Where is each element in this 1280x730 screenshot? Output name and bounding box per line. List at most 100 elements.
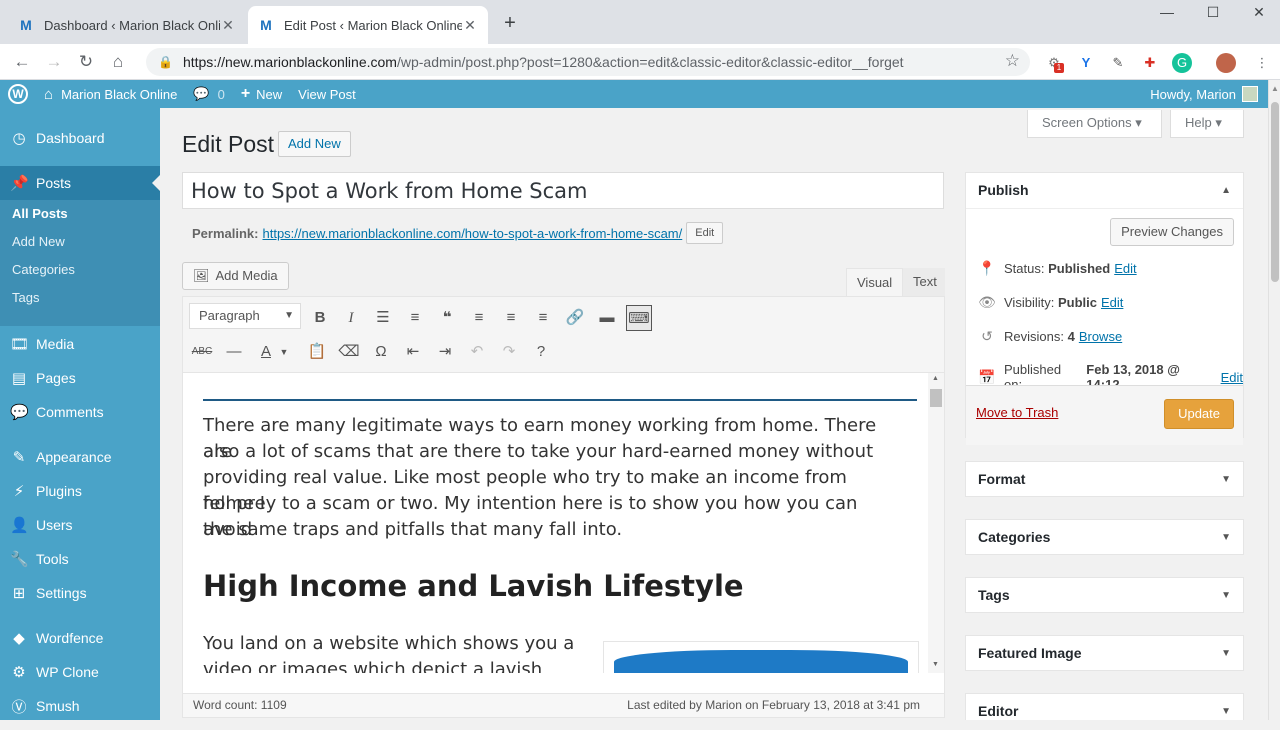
align-right-icon[interactable]: ≡ — [530, 305, 556, 331]
editor-scrollbar[interactable]: ▲ ▼ — [928, 373, 944, 673]
comments-link[interactable]: 💬 0 — [185, 80, 232, 108]
tab-edit-post[interactable]: M Edit Post ‹ Marion Black Online — ✕ — [248, 6, 488, 44]
sidebar-item-appearance[interactable]: ✎ Appearance — [0, 440, 160, 474]
text-color-icon[interactable]: A — [253, 339, 279, 365]
paste-text-icon[interactable]: 📋 — [304, 339, 330, 365]
sidebar-item-comments[interactable]: 💬 Comments — [0, 395, 160, 429]
collapse-icon[interactable]: ▲ — [1221, 173, 1231, 208]
editor-box-header[interactable]: Editor ▼ — [966, 694, 1243, 730]
bold-icon[interactable]: B — [307, 305, 333, 331]
editor-scrollbar-thumb[interactable] — [930, 389, 942, 407]
featured-image-box-header[interactable]: Featured Image ▼ — [966, 636, 1243, 672]
preview-changes-button[interactable]: Preview Changes — [1110, 218, 1234, 246]
tab-dashboard[interactable]: M Dashboard ‹ Marion Black Online ✕ — [8, 6, 246, 44]
editor-content[interactable]: There are many legitimate ways to earn m… — [183, 373, 928, 673]
align-left-icon[interactable]: ≡ — [466, 305, 492, 331]
sidebar-item-dashboard[interactable]: ◷ Dashboard — [0, 121, 160, 155]
indent-icon[interactable]: ⇥ — [432, 339, 458, 365]
sidebar-item-users[interactable]: 👤 Users — [0, 508, 160, 542]
expand-icon[interactable]: ▼ — [1221, 520, 1231, 555]
italic-icon[interactable]: I — [338, 305, 364, 331]
expand-icon[interactable]: ▼ — [1221, 694, 1231, 729]
toolbar-toggle-icon[interactable]: ⌨ — [626, 305, 652, 331]
content-image[interactable] — [603, 641, 919, 673]
align-center-icon[interactable]: ≡ — [498, 305, 524, 331]
sidebar-item-settings[interactable]: ⊞ Settings — [0, 576, 160, 610]
page-scrollbar[interactable]: ▲ — [1268, 80, 1280, 720]
outdent-icon[interactable]: ⇤ — [400, 339, 426, 365]
reload-icon[interactable]: ↻ — [74, 50, 98, 74]
bullet-list-icon[interactable]: ☰ — [370, 305, 396, 331]
view-post-link[interactable]: View Post — [290, 80, 364, 108]
status-edit-link[interactable]: Edit — [1114, 261, 1136, 276]
tags-box-header[interactable]: Tags ▼ — [966, 578, 1243, 614]
update-button[interactable]: Update — [1164, 399, 1234, 429]
scrollbar-thumb[interactable] — [1271, 102, 1279, 282]
sidebar-item-pages[interactable]: ▤ Pages — [0, 361, 160, 395]
submenu-add-new[interactable]: Add New — [12, 234, 65, 249]
clear-formatting-icon[interactable]: ⌫ — [336, 339, 362, 365]
scroll-up-icon[interactable]: ▲ — [932, 375, 939, 382]
redo-icon[interactable]: ↷ — [496, 339, 522, 365]
add-media-button[interactable]: 🖼 Add Media — [182, 262, 289, 290]
maximize-icon[interactable]: ☐ — [1190, 4, 1236, 21]
close-window-icon[interactable]: ✕ — [1236, 4, 1280, 21]
sidebar-item-wp-clone[interactable]: ⚙ WP Clone — [0, 655, 160, 689]
blockquote-icon[interactable]: ❝ — [434, 305, 460, 331]
tab-text[interactable]: Text — [903, 268, 945, 296]
new-content-link[interactable]: + New — [233, 80, 290, 108]
expand-icon[interactable]: ▼ — [1221, 636, 1231, 671]
submenu-tags[interactable]: Tags — [12, 290, 39, 305]
expand-icon[interactable]: ▼ — [1221, 578, 1231, 613]
home-icon[interactable]: ⌂ — [106, 50, 130, 74]
expand-icon[interactable]: ▼ — [1221, 462, 1231, 497]
undo-icon[interactable]: ↶ — [464, 339, 490, 365]
help-button[interactable]: Help ▾ — [1170, 110, 1244, 138]
featured-image-box[interactable]: Featured Image ▼ — [965, 635, 1244, 671]
scroll-down-icon[interactable]: ▼ — [932, 661, 939, 668]
vpn-extension-icon[interactable]: Y — [1076, 53, 1096, 73]
plus-extension-icon[interactable]: ✚ — [1140, 53, 1160, 73]
horizontal-line-icon[interactable]: — — [221, 339, 247, 365]
grammarly-icon[interactable]: G — [1172, 53, 1192, 73]
help-icon[interactable]: ? — [528, 339, 554, 365]
move-to-trash-link[interactable]: Move to Trash — [976, 405, 1058, 420]
read-more-icon[interactable]: ▬ — [594, 305, 620, 331]
revisions-browse-link[interactable]: Browse — [1079, 329, 1122, 344]
publish-box-header[interactable]: Publish ▲ — [966, 173, 1243, 209]
site-name-link[interactable]: ⌂ Marion Black Online — [36, 80, 185, 108]
new-tab-button[interactable]: + — [498, 12, 522, 36]
back-icon[interactable]: ← — [10, 50, 34, 74]
strikethrough-icon[interactable]: ABC — [189, 339, 215, 365]
caret-down-icon[interactable]: ▼ — [277, 339, 291, 365]
post-title-input[interactable]: How to Spot a Work from Home Scam — [182, 172, 944, 209]
categories-box-header[interactable]: Categories ▼ — [966, 520, 1243, 556]
permalink-url-link[interactable]: https://new.marionblackonline.com/how-to… — [262, 226, 682, 241]
format-box[interactable]: Format ▼ — [965, 461, 1244, 497]
categories-box[interactable]: Categories ▼ — [965, 519, 1244, 555]
editor-box[interactable]: Editor ▼ — [965, 693, 1244, 720]
close-tab-icon[interactable]: ✕ — [462, 17, 478, 33]
submenu-categories[interactable]: Categories — [12, 262, 75, 277]
format-select[interactable]: Paragraph ▼ — [189, 303, 301, 329]
sidebar-item-media[interactable]: 🎞 Media — [0, 327, 160, 361]
visibility-edit-link[interactable]: Edit — [1101, 295, 1123, 310]
account-menu[interactable]: Howdy, Marion — [1150, 80, 1258, 108]
permalink-edit-button[interactable]: Edit — [686, 222, 724, 244]
special-character-icon[interactable]: Ω — [368, 339, 394, 365]
format-box-header[interactable]: Format ▼ — [966, 462, 1243, 498]
sidebar-item-plugins[interactable]: ⚡ Plugins — [0, 474, 160, 508]
forward-icon[interactable]: → — [42, 50, 66, 74]
link-icon[interactable]: 🔗 — [562, 305, 588, 331]
eyedropper-extension-icon[interactable]: ✎ — [1108, 53, 1128, 73]
address-bar[interactable]: 🔒 https://new.marionblackonline.com/wp-a… — [146, 48, 1030, 76]
menu-icon[interactable]: ⋮ — [1252, 53, 1272, 73]
numbered-list-icon[interactable]: ≡ — [402, 305, 428, 331]
tags-box[interactable]: Tags ▼ — [965, 577, 1244, 613]
sidebar-item-wordfence[interactable]: ◆ Wordfence — [0, 621, 160, 655]
sidebar-item-smush[interactable]: Ⓥ Smush — [0, 689, 160, 723]
wp-logo-menu[interactable]: W — [0, 80, 36, 108]
profile-avatar[interactable] — [1216, 53, 1236, 73]
published-edit-link[interactable]: Edit — [1221, 370, 1243, 385]
add-new-button[interactable]: Add New — [278, 131, 351, 157]
